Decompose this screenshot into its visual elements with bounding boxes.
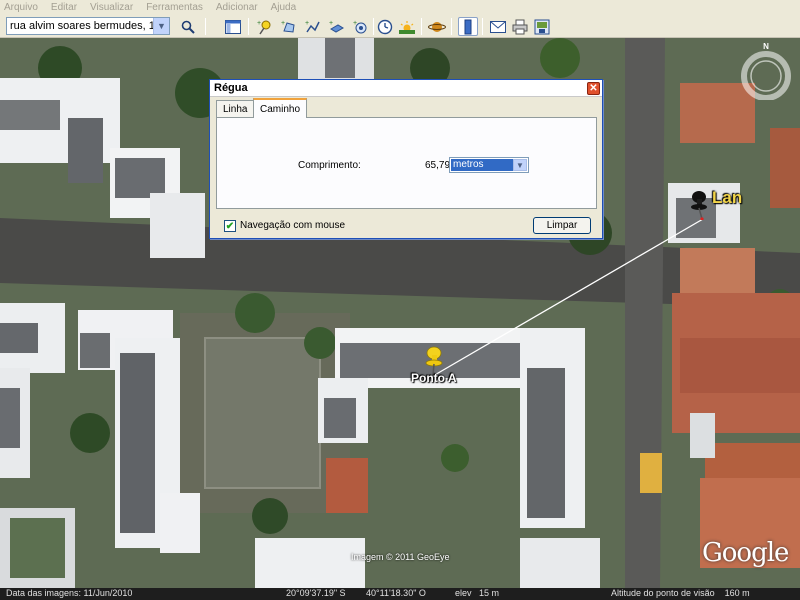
menu-tools[interactable]: Ferramentas [146,2,203,13]
imagery-copyright: Imagem © 2011 GeoEye [351,552,450,562]
polygon-icon: + [281,20,295,33]
placemark-lan-label[interactable]: Lan [712,188,742,208]
length-label: Comprimento: [298,160,361,171]
checkmark-icon: ✔ [225,220,235,232]
add-path-button[interactable]: + [303,17,323,36]
toolbar-separator [373,18,374,35]
planet-switch-button[interactable] [427,17,447,36]
close-icon: ✕ [589,82,598,94]
ruler-dialog-title: Régua [214,82,248,94]
tab-caminho[interactable]: Caminho [253,98,308,118]
sidebar-toggle-icon [225,19,241,34]
add-placemark-button[interactable]: + [255,17,275,36]
placemark-ponto-a-label[interactable]: Ponto A [411,371,457,385]
compass-control[interactable]: N [737,38,795,100]
placemark-lan-pin-icon[interactable] [686,190,708,220]
imagery-date: Data das imagens: 11/Jun/2010 [6,588,133,598]
search-button[interactable] [178,17,198,36]
menu-view[interactable]: Visualizar [90,2,133,13]
menu-file[interactable]: Arquivo [4,2,38,13]
path-icon: + [305,20,320,32]
sunlight-icon [399,20,415,34]
search-dropdown-arrow[interactable]: ▼ [153,18,169,34]
email-button[interactable] [488,17,508,36]
toolbar-separator [451,18,452,35]
print-button[interactable] [510,17,530,36]
save-image-button[interactable] [532,17,552,36]
email-icon [490,20,506,33]
toolbar: ▼ + + + + + [0,14,800,38]
historical-imagery-button[interactable] [375,17,395,36]
sunlight-button[interactable] [397,17,417,36]
save-image-icon [534,19,550,34]
print-icon [512,19,528,34]
add-polygon-button[interactable]: + [279,17,299,36]
compass-north-label: N [763,42,769,51]
record-tour-button[interactable]: + [351,17,371,36]
tour-icon: + [353,20,367,33]
eye-altitude-readout: Altitude do ponto de visão 160 m [611,588,750,598]
unit-selected-value: metros [451,159,513,171]
planet-icon [428,21,446,32]
placemark-icon: + [257,20,271,34]
toolbar-separator [421,18,422,35]
mouse-navigation-checkbox[interactable]: ✔ [224,220,236,232]
ruler-icon [464,19,472,34]
svg-text:+: + [257,20,261,27]
tab-linha[interactable]: Linha [216,100,255,117]
ruler-dialog: Régua ✕ Linha Caminho Comprimento: 65,79… [209,79,603,239]
image-overlay-icon: + [329,20,344,33]
mouse-navigation-label: Navegação com mouse [240,220,346,231]
ruler-dialog-titlebar[interactable]: Régua ✕ [210,80,602,97]
menu-help[interactable]: Ajuda [271,2,297,13]
google-logo: Google [702,538,789,568]
svg-text:+: + [305,20,309,27]
menu-add[interactable]: Adicionar [216,2,258,13]
elevation-readout: elev 15 m [455,588,500,598]
sidebar-toggle-button[interactable] [223,17,243,36]
longitude-readout: 40°11'18.30" O [366,588,426,598]
add-image-overlay-button[interactable]: + [327,17,347,36]
search-input[interactable] [7,18,153,34]
length-value: 65,79 [425,160,451,171]
svg-text:+: + [281,20,285,27]
clear-button[interactable]: Limpar [533,217,591,234]
latitude-readout: 20°09'37.19" S [286,588,346,598]
toolbar-separator [248,18,249,35]
search-icon [181,20,195,34]
svg-text:+: + [353,20,357,27]
close-button[interactable]: ✕ [587,82,600,95]
ruler-button[interactable] [458,17,478,36]
svg-text:+: + [329,20,333,27]
status-bar: Data das imagens: 11/Jun/2010 20°09'37.1… [0,588,800,600]
menu-edit[interactable]: Editar [51,2,77,13]
menu-bar: Arquivo Editar Visualizar Ferramentas Ad… [0,0,800,14]
tab-panel-caminho: Comprimento: 65,79 metros ▼ [216,117,597,209]
toolbar-separator [205,18,206,35]
search-box: ▼ [6,17,170,35]
toolbar-separator [482,18,483,35]
unit-select[interactable]: metros ▼ [449,157,529,173]
historical-imagery-icon [377,19,393,34]
chevron-down-icon[interactable]: ▼ [513,159,527,171]
